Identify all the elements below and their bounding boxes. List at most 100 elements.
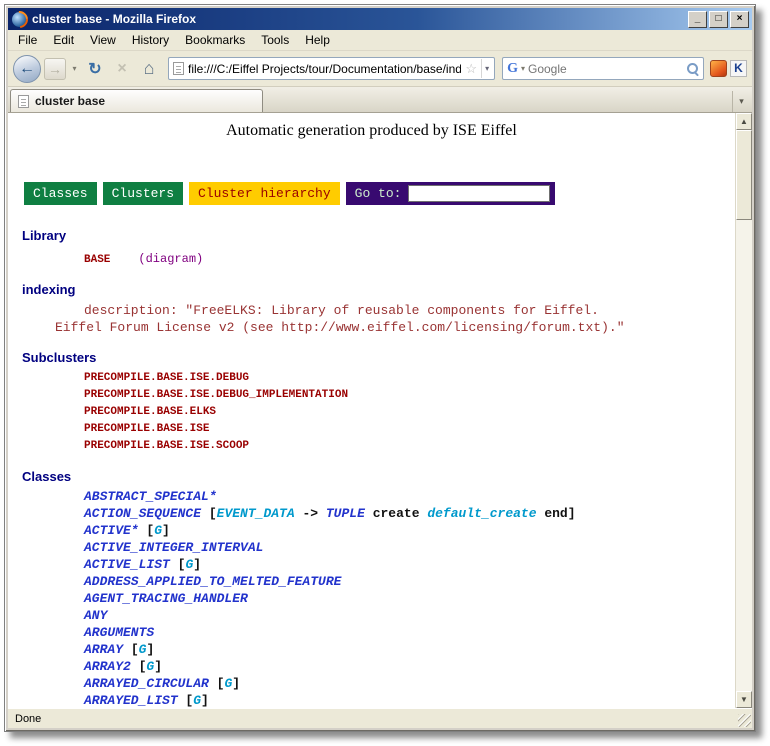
class-link[interactable]: ARRAYED_CIRCULAR xyxy=(84,676,209,691)
menu-item-history[interactable]: History xyxy=(124,31,177,49)
subcluster-link[interactable]: PRECOMPILE.BASE.ISE xyxy=(8,421,735,438)
search-input[interactable] xyxy=(528,62,683,76)
class-list-item: ACTIVE_LIST [G] xyxy=(8,556,735,573)
list-all-tabs-icon[interactable]: ▾ xyxy=(732,91,750,112)
class-text: ] xyxy=(201,693,209,708)
goto-box: Go to: xyxy=(346,182,556,205)
reload-button[interactable]: ↻ xyxy=(83,57,107,81)
class-link[interactable]: TUPLE xyxy=(326,506,365,521)
class-link[interactable]: ACTIVE* xyxy=(84,523,139,538)
subcluster-link[interactable]: PRECOMPILE.BASE.ISE.DEBUG xyxy=(8,370,735,387)
firefox-icon xyxy=(12,12,27,27)
class-link[interactable]: ACTION_SEQUENCE xyxy=(84,506,201,521)
class-link[interactable]: ABSTRACT_SPECIAL* xyxy=(84,489,217,504)
page-title: Automatic generation produced by ISE Eif… xyxy=(8,113,735,140)
class-text: ] xyxy=(154,659,162,674)
class-list-item: ACTIVE* [G] xyxy=(8,522,735,539)
search-box[interactable]: G ▾ xyxy=(502,57,704,80)
scroll-down-icon[interactable]: ▼ xyxy=(736,691,752,708)
indexing-heading: indexing xyxy=(22,282,735,297)
menu-item-tools[interactable]: Tools xyxy=(253,31,297,49)
class-link[interactable]: ADDRESS_APPLIED_TO_MELTED_FEATURE xyxy=(84,574,341,589)
class-text: ] xyxy=(232,676,240,691)
class-link[interactable]: ARRAY2 xyxy=(84,659,131,674)
class-link[interactable]: ACTIVE_LIST xyxy=(84,557,170,572)
maximize-button[interactable]: □ xyxy=(709,11,728,28)
menu-item-view[interactable]: View xyxy=(82,31,124,49)
tab-bar: cluster base ▾ xyxy=(8,87,752,113)
document-page: Automatic generation produced by ISE Eif… xyxy=(8,113,735,708)
status-bar: Done xyxy=(8,708,752,728)
class-link[interactable]: AGENT_TRACING_HANDLER xyxy=(84,591,248,606)
resize-grip[interactable] xyxy=(738,714,751,727)
class-list-item: ARGUMENTS xyxy=(8,624,735,641)
forward-button[interactable]: → xyxy=(44,58,66,80)
clusters-button[interactable]: Clusters xyxy=(103,182,183,205)
classes-button[interactable]: Classes xyxy=(24,182,97,205)
subcluster-link[interactable]: PRECOMPILE.BASE.ELKS xyxy=(8,404,735,421)
tab-cluster-base[interactable]: cluster base xyxy=(10,89,263,112)
k-extension-icon[interactable]: K xyxy=(730,60,747,77)
search-engine-dropdown-icon[interactable]: ▾ xyxy=(521,64,525,73)
subclusters-list: PRECOMPILE.BASE.ISE.DEBUGPRECOMPILE.BASE… xyxy=(8,370,735,455)
navigation-toolbar: ← → ▾ ↻ × ⌂ file:///C:/Eiffel Projects/t… xyxy=(8,51,752,87)
scrollbar-thumb[interactable] xyxy=(736,130,752,220)
home-button[interactable]: ⌂ xyxy=(137,57,161,81)
doc-nav-row: Classes Clusters Cluster hierarchy Go to… xyxy=(24,182,735,205)
goto-input[interactable] xyxy=(408,185,550,202)
goto-label: Go to: xyxy=(355,186,402,201)
back-button[interactable]: ← xyxy=(13,55,41,83)
cluster-hierarchy-button[interactable]: Cluster hierarchy xyxy=(189,182,340,205)
extension-icon[interactable] xyxy=(710,60,727,77)
url-dropdown-icon[interactable]: ▾ xyxy=(481,59,492,78)
class-link[interactable]: ANY xyxy=(84,608,107,623)
menu-item-bookmarks[interactable]: Bookmarks xyxy=(177,31,253,49)
class-text: create xyxy=(365,506,427,521)
browser-window: cluster base - Mozilla Firefox _ □ × Fil… xyxy=(4,4,756,732)
location-field[interactable]: file:///C:/Eiffel Projects/tour/Document… xyxy=(188,62,461,76)
class-list-item: AGENT_TRACING_HANDLER xyxy=(8,590,735,607)
class-link[interactable]: ARRAYED_LIST xyxy=(84,693,178,708)
subcluster-link[interactable]: PRECOMPILE.BASE.ISE.SCOOP xyxy=(8,438,735,455)
stop-button[interactable]: × xyxy=(110,57,134,81)
minimize-button[interactable]: _ xyxy=(688,11,707,28)
history-dropdown-icon[interactable]: ▾ xyxy=(69,64,80,73)
class-text: ] xyxy=(146,642,154,657)
status-text: Done xyxy=(15,713,41,725)
class-list-item: ABSTRACT_SPECIAL* xyxy=(8,488,735,505)
class-text: [ xyxy=(201,506,217,521)
search-icon[interactable] xyxy=(686,62,699,75)
classes-heading: Classes xyxy=(22,469,735,484)
class-text: G xyxy=(154,523,162,538)
scroll-up-icon[interactable]: ▲ xyxy=(736,113,752,130)
subcluster-link[interactable]: PRECOMPILE.BASE.ISE.DEBUG_IMPLEMENTATION xyxy=(8,387,735,404)
library-heading: Library xyxy=(22,228,735,243)
class-text: [ xyxy=(123,642,139,657)
class-link[interactable]: ACTIVE_INTEGER_INTERVAL xyxy=(84,540,263,555)
class-link[interactable]: ARGUMENTS xyxy=(84,625,154,640)
indexing-description-line: description: "FreeELKS: Library of reusa… xyxy=(8,302,735,319)
menu-item-edit[interactable]: Edit xyxy=(45,31,82,49)
address-bar[interactable]: file:///C:/Eiffel Projects/tour/Document… xyxy=(168,57,495,80)
class-text: [ xyxy=(131,659,147,674)
class-link[interactable]: ARRAY xyxy=(84,642,123,657)
vertical-scrollbar[interactable]: ▲ ▼ xyxy=(735,113,752,708)
menu-bar: FileEditViewHistoryBookmarksToolsHelp xyxy=(8,30,752,51)
scrollbar-track[interactable] xyxy=(736,130,752,691)
diagram-link[interactable]: (diagram) xyxy=(138,252,203,266)
title-bar: cluster base - Mozilla Firefox _ □ × xyxy=(8,8,752,30)
class-list-item: ARRAY2 [G] xyxy=(8,658,735,675)
class-text: [ xyxy=(170,557,186,572)
tab-favicon xyxy=(18,95,29,108)
tab-label: cluster base xyxy=(35,94,105,108)
menu-item-help[interactable]: Help xyxy=(297,31,338,49)
bookmark-star-icon[interactable]: ☆ xyxy=(465,61,477,77)
close-button[interactable]: × xyxy=(730,11,749,28)
menu-item-file[interactable]: File xyxy=(10,31,45,49)
class-list-item: ANY xyxy=(8,607,735,624)
classes-list: ABSTRACT_SPECIAL*ACTION_SEQUENCE [EVENT_… xyxy=(8,488,735,708)
class-text: [ xyxy=(139,523,155,538)
tab-strip xyxy=(263,89,732,112)
class-list-item: ACTION_SEQUENCE [EVENT_DATA -> TUPLE cre… xyxy=(8,505,735,522)
indexing-description-line: Eiffel Forum License v2 (see http://www.… xyxy=(8,319,735,336)
